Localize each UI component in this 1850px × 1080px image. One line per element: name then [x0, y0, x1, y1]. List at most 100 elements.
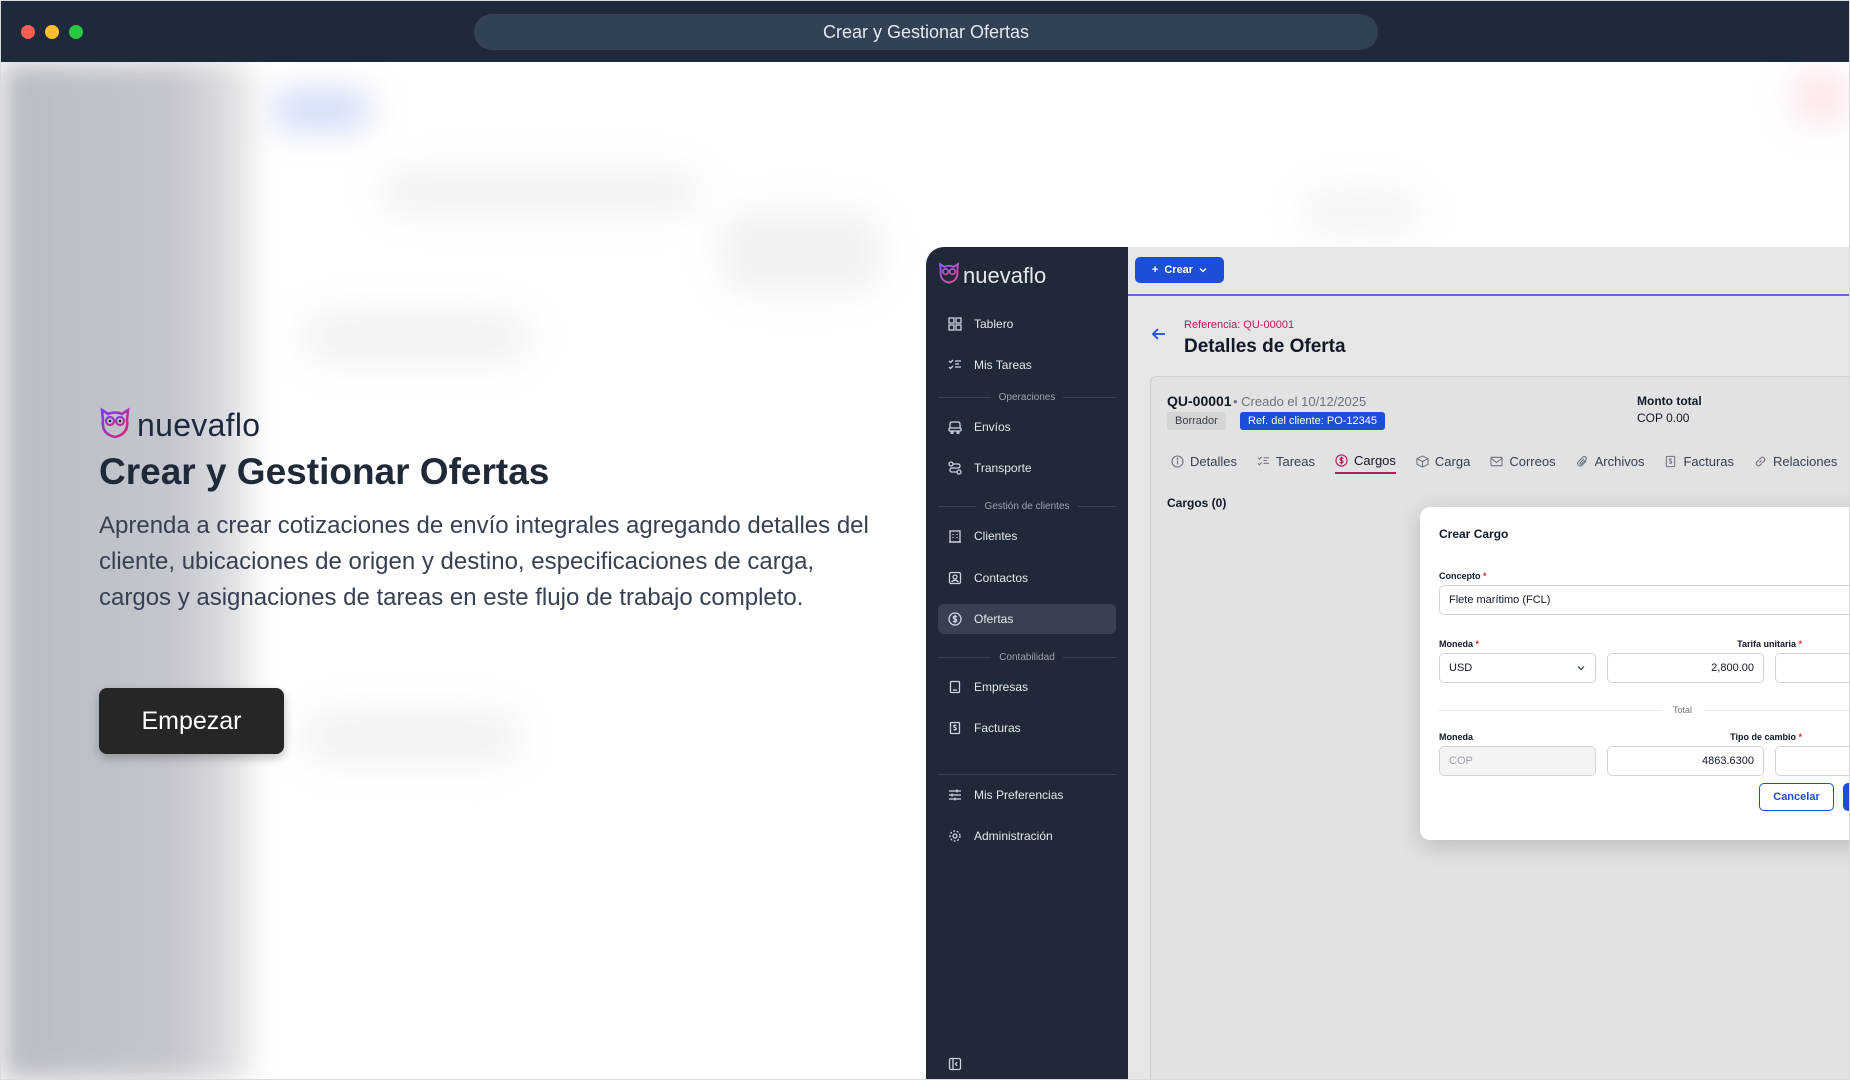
- exchange-rate-input[interactable]: 4863.6300: [1607, 746, 1764, 776]
- sidebar-item-label: Facturas: [974, 721, 1021, 735]
- sidebar-item-facturas[interactable]: Facturas: [938, 713, 1116, 743]
- total-currency-label: Moneda: [1439, 732, 1474, 742]
- total-currency-input[interactable]: COP: [1439, 746, 1596, 776]
- sidebar-item-label: Transporte: [974, 461, 1032, 475]
- quote-tabs: Detalles Tareas Cargos Carga Correos Arc…: [1171, 448, 1837, 476]
- dollar-circle-icon: [1335, 453, 1348, 467]
- tab-carga[interactable]: Carga: [1416, 448, 1470, 474]
- settings-icon: [949, 830, 961, 842]
- maximize-window-button[interactable]: [69, 25, 83, 39]
- intro-title: Crear y Gestionar Ofertas: [99, 451, 550, 492]
- save-button[interactable]: [1843, 783, 1849, 811]
- sidebar-item-mis-preferencias[interactable]: Mis Preferencias: [938, 780, 1116, 810]
- brand-name: nuevaflo: [137, 406, 261, 443]
- sidebar-item-label: Ofertas: [974, 612, 1014, 626]
- intro-brand: nuevaflo: [99, 406, 899, 444]
- sidebar-item-ofertas[interactable]: Ofertas: [938, 604, 1116, 634]
- concept-input[interactable]: Flete marítimo (FCL): [1439, 585, 1849, 615]
- browser-window: Crear y Gestionar Ofertas nuevaflo Crear…: [0, 0, 1850, 1080]
- invoice-icon: [949, 721, 961, 735]
- dollar-circle-icon: [948, 612, 962, 626]
- blurred-card: [721, 212, 881, 292]
- currency-label: Moneda *: [1439, 639, 1480, 649]
- charges-heading: Cargos (0): [1167, 496, 1227, 510]
- sidebar-divider: [938, 774, 1116, 775]
- company-icon: [949, 680, 961, 694]
- sidebar-item-contactos[interactable]: Contactos: [938, 563, 1116, 593]
- sidebar-item-label: Tablero: [974, 317, 1014, 331]
- back-arrow-icon[interactable]: [1150, 325, 1168, 348]
- building-icon: [949, 530, 961, 543]
- sidebar-section-gestion-clientes: Gestión de clientes: [938, 499, 1116, 513]
- quote-id: QU-00001: [1167, 393, 1232, 409]
- blurred-header: [381, 172, 701, 212]
- sidebar-item-label: Administración: [974, 829, 1053, 843]
- quote-created-date: • Creado el 10/12/2025: [1233, 394, 1367, 409]
- sidebar-item-label: Mis Tareas: [974, 358, 1032, 372]
- unit-rate-label: Tarifa unitaria *: [1737, 639, 1802, 649]
- sidebar-item-envios[interactable]: Envíos: [938, 412, 1116, 442]
- total-amount-input[interactable]: [1775, 746, 1849, 776]
- unit-rate-input[interactable]: 2,800.00: [1607, 653, 1764, 683]
- sliders-icon: [949, 789, 961, 801]
- sidebar-collapse-icon[interactable]: [948, 1057, 962, 1076]
- sidebar-item-empresas[interactable]: Empresas: [938, 672, 1116, 702]
- main-content: + Crear Referencia: QU-00001 Detalles de…: [1128, 247, 1849, 1079]
- tab-cargos[interactable]: Cargos: [1335, 448, 1396, 474]
- link-icon: [1755, 456, 1766, 466]
- blurred-button: [271, 92, 371, 128]
- tab-relaciones[interactable]: Relaciones: [1754, 448, 1837, 474]
- route-icon: [948, 461, 962, 475]
- sidebar-logo[interactable]: nuevaflo: [938, 261, 1046, 290]
- create-button[interactable]: + Crear: [1135, 257, 1224, 283]
- total-amount-label: Monto total: [1637, 394, 1702, 408]
- exchange-rate-label: Tipo de cambio *: [1730, 732, 1802, 742]
- sidebar-item-administracion[interactable]: Administración: [938, 821, 1116, 851]
- sidebar-item-label: Mis Preferencias: [974, 788, 1064, 802]
- tab-archivos[interactable]: Archivos: [1576, 448, 1644, 474]
- sidebar-item-label: Empresas: [974, 680, 1029, 694]
- sidebar-item-clientes[interactable]: Clientes: [938, 521, 1116, 551]
- box-icon: [1416, 454, 1429, 468]
- sidebar-item-mis-tareas[interactable]: Mis Tareas: [938, 350, 1116, 380]
- sidebar-item-tablero[interactable]: Tablero: [938, 309, 1116, 339]
- page-title: Detalles de Oferta: [1184, 336, 1346, 357]
- sidebar-section-operaciones: Operaciones: [938, 390, 1116, 404]
- blurred-block: [301, 312, 531, 362]
- tasks-icon: [948, 359, 961, 370]
- minimize-window-button[interactable]: [45, 25, 59, 39]
- tab-correos[interactable]: Correos: [1490, 448, 1556, 474]
- chevron-down-icon: [1199, 268, 1207, 273]
- tab-facturas[interactable]: Facturas: [1664, 448, 1734, 474]
- tasks-icon: [1257, 455, 1270, 465]
- sidebar-item-transporte[interactable]: Transporte: [938, 453, 1116, 483]
- start-button[interactable]: Empezar: [99, 688, 284, 754]
- contact-icon: [948, 571, 962, 585]
- shipments-icon: [948, 421, 962, 434]
- intro-description: Aprenda a crear cotizaciones de envío in…: [99, 512, 869, 612]
- sidebar-item-label: Contactos: [974, 571, 1029, 585]
- quantity-input[interactable]: [1775, 653, 1849, 683]
- currency-select[interactable]: USD: [1439, 653, 1596, 683]
- reference-label: Referencia: QU-00001: [1184, 319, 1295, 331]
- tab-tareas[interactable]: Tareas: [1257, 448, 1315, 474]
- concept-label: Concepto *: [1439, 571, 1487, 581]
- title-bar: Crear y Gestionar Ofertas: [1, 1, 1849, 62]
- sidebar: nuevaflo Tablero Mis Tareas Operaciones …: [926, 247, 1128, 1079]
- info-icon: [1171, 454, 1184, 468]
- cancel-button[interactable]: Cancelar: [1759, 783, 1834, 811]
- address-bar[interactable]: Crear y Gestionar Ofertas: [474, 14, 1378, 50]
- client-ref-badge: Ref. del cliente: PO-12345: [1240, 412, 1386, 430]
- owl-logo-icon: [99, 406, 131, 445]
- top-bar: + Crear: [1128, 247, 1849, 296]
- status-badge: Borrador: [1167, 412, 1226, 430]
- sidebar-brand-name: nuevaflo: [963, 262, 1047, 288]
- close-window-button[interactable]: [21, 25, 35, 39]
- create-charge-modal: Crear Cargo Concepto * Flete marítimo (F…: [1420, 507, 1849, 840]
- tab-detalles[interactable]: Detalles: [1171, 448, 1237, 474]
- sidebar-item-label: Envíos: [974, 420, 1011, 434]
- blurred-block: [1301, 192, 1421, 232]
- app-preview: nuevaflo Tablero Mis Tareas Operaciones …: [926, 247, 1849, 1079]
- sidebar-item-label: Clientes: [974, 529, 1018, 543]
- modal-title: Crear Cargo: [1439, 527, 1509, 541]
